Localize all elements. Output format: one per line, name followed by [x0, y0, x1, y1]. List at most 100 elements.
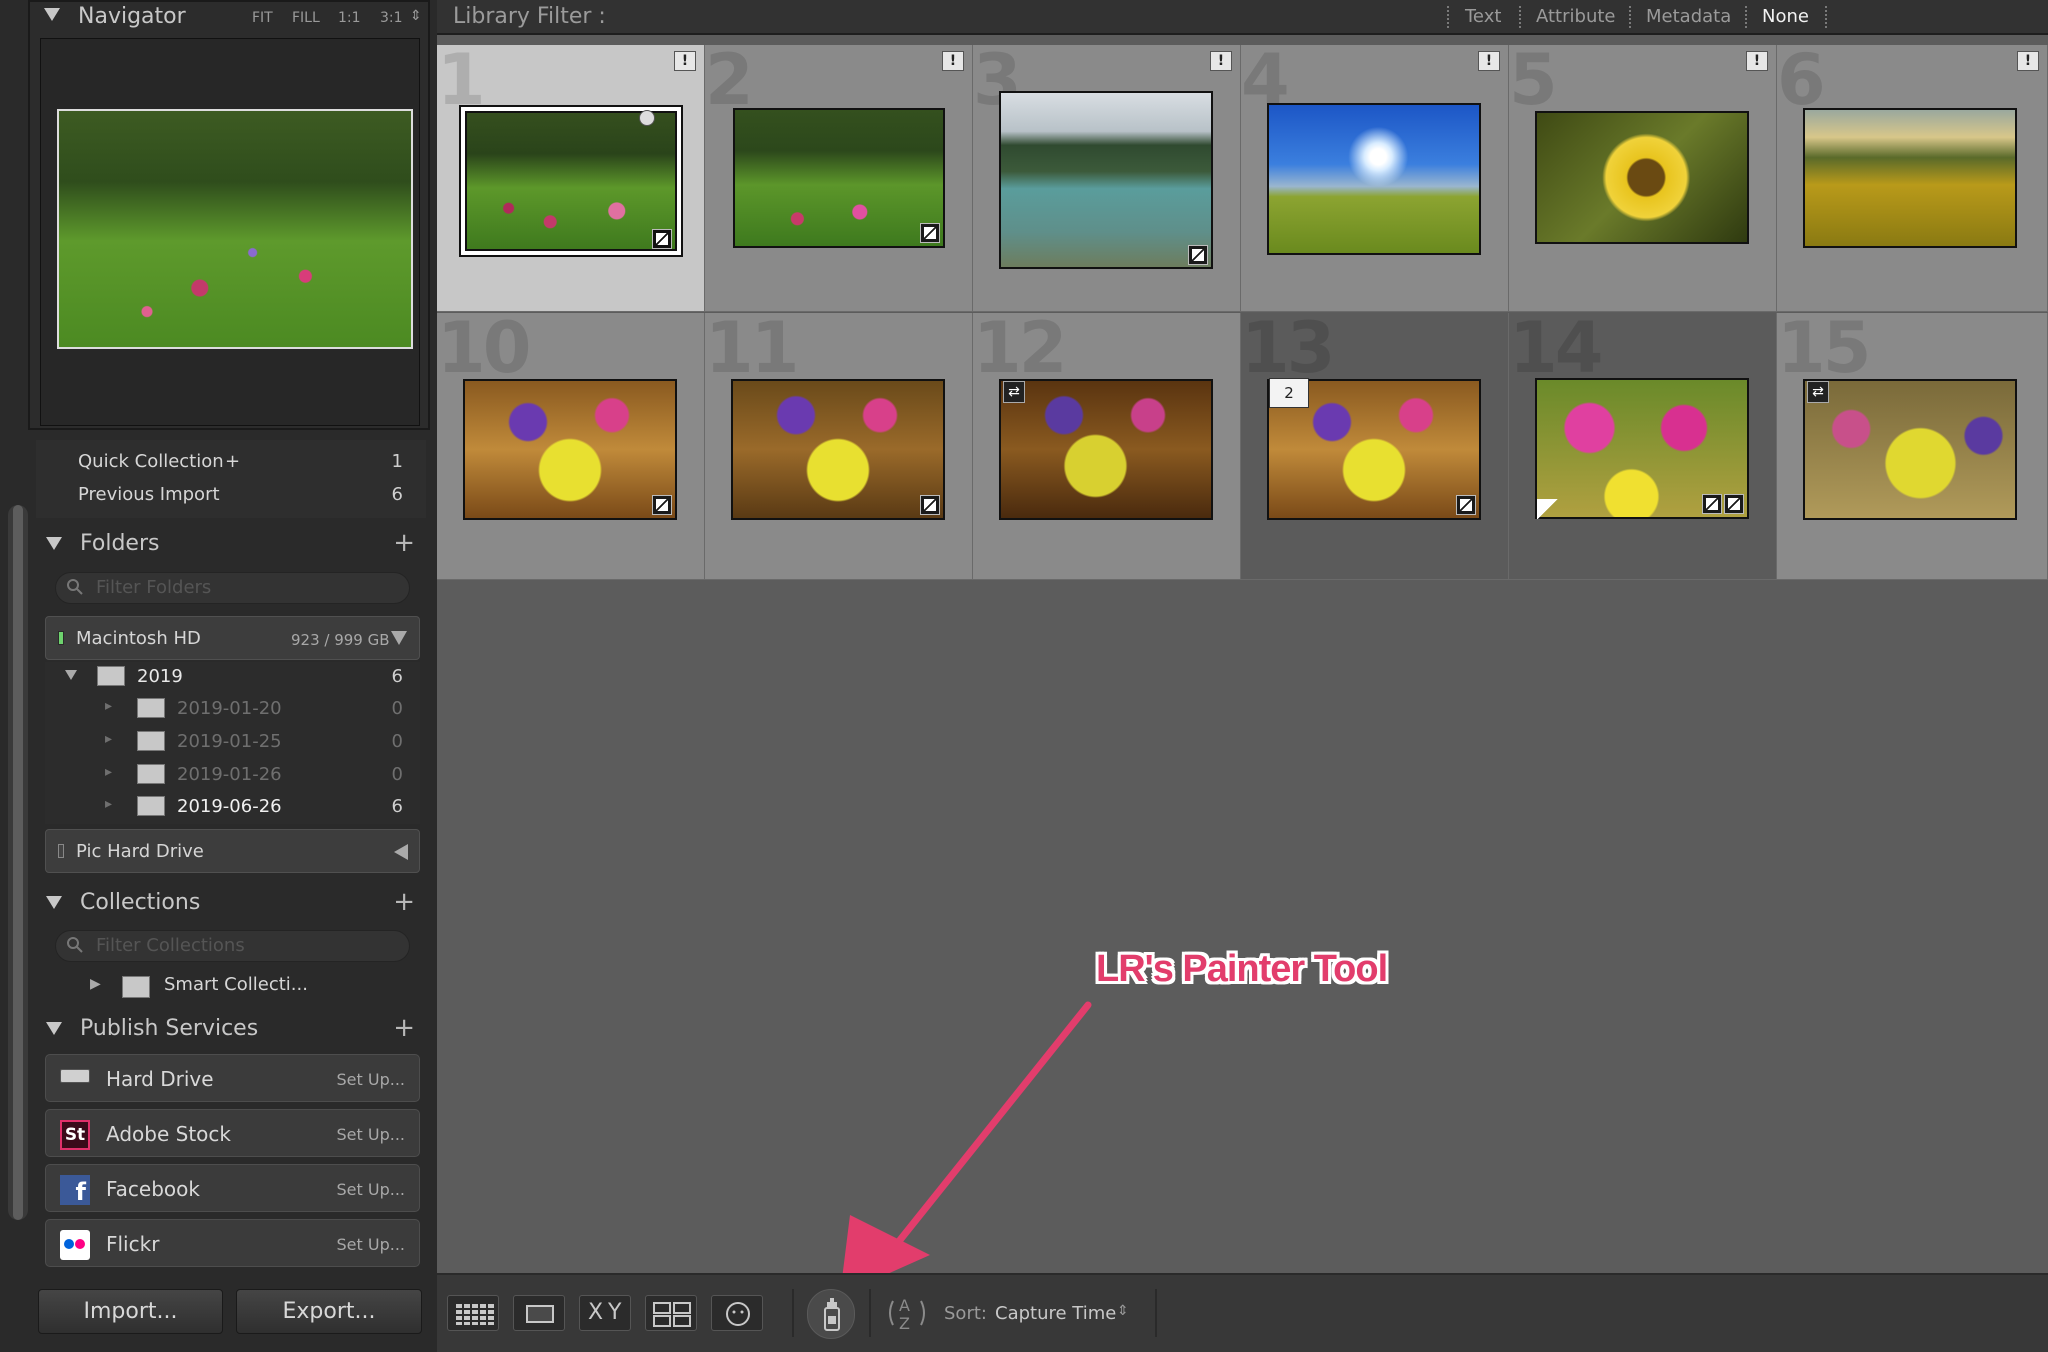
filter-metadata[interactable]: Metadata	[1646, 6, 1731, 27]
photo-thumbnail[interactable]	[465, 111, 677, 251]
zoom-fill[interactable]: FILL	[292, 10, 320, 26]
grid-view-button[interactable]	[447, 1295, 499, 1331]
drive-macintosh-hd[interactable]: Macintosh HD 923 / 999 GB	[45, 616, 420, 660]
survey-view-button[interactable]	[645, 1295, 697, 1331]
folder-2019-toggle-icon[interactable]	[65, 670, 77, 680]
compare-view-button[interactable]: X Y	[579, 1295, 631, 1331]
add-collection-icon[interactable]: +	[393, 887, 415, 917]
photo-thumbnail[interactable]	[733, 108, 945, 248]
virtual-copy-icon[interactable]: ⇄	[1003, 381, 1025, 403]
catalog-item-quick-collection[interactable]: Quick Collection	[78, 451, 224, 472]
publish-services-header[interactable]: Publish Services +	[30, 1007, 425, 1049]
develop-adjusted-icon[interactable]	[1188, 245, 1208, 265]
left-panel-scrollbar[interactable]	[8, 505, 28, 1220]
collection-expand-icon[interactable]: ▶	[90, 976, 101, 992]
photo-thumbnail[interactable]	[1803, 379, 2017, 520]
publish-flickr[interactable]: Flickr Set Up...	[45, 1219, 420, 1267]
stack-count-badge[interactable]: 2	[1269, 378, 1309, 408]
warning-icon[interactable]: !	[942, 51, 964, 71]
folder-count: 0	[391, 764, 403, 785]
loupe-view-button[interactable]	[513, 1295, 565, 1331]
grid-cell[interactable]: 11	[705, 313, 973, 580]
folder-expand-icon[interactable]: ▸	[105, 698, 112, 714]
develop-adjusted-icon[interactable]	[1724, 494, 1744, 514]
filter-text[interactable]: Text	[1465, 6, 1501, 27]
photo-thumbnail[interactable]	[999, 379, 1213, 520]
photo-thumbnail[interactable]	[999, 91, 1213, 269]
grid-cell[interactable]: 13 2	[1241, 313, 1509, 580]
collapse-triangle-icon[interactable]	[44, 8, 60, 21]
publish-hard-drive[interactable]: Hard Drive Set Up...	[45, 1054, 420, 1102]
grid-cell[interactable]: 6 !	[1777, 45, 2048, 312]
warning-icon[interactable]: !	[1478, 51, 1500, 71]
import-button[interactable]: Import...	[38, 1289, 223, 1334]
develop-adjusted-icon[interactable]	[652, 495, 672, 515]
sort-stepper-icon[interactable]: ⇕	[1117, 1303, 1129, 1319]
navigator-preview-image[interactable]	[57, 109, 413, 349]
grid-cell[interactable]: 14	[1509, 313, 1777, 580]
grid-cell[interactable]: 15 ⇄	[1777, 313, 2048, 580]
folder-expand-icon[interactable]: ▸	[105, 796, 112, 812]
develop-adjusted-icon[interactable]	[1456, 495, 1476, 515]
folder-count: 6	[391, 796, 403, 817]
develop-adjusted-icon[interactable]	[920, 223, 940, 243]
catalog-item-previous-import[interactable]: Previous Import	[78, 484, 220, 505]
photo-thumbnail[interactable]	[1535, 111, 1749, 244]
add-publish-service-icon[interactable]: +	[393, 1013, 415, 1043]
drive-expand-icon[interactable]	[391, 631, 407, 645]
sort-direction-icon[interactable]: A Z	[883, 1293, 939, 1333]
filter-folders-input[interactable]: Filter Folders	[55, 572, 410, 604]
photo-thumbnail[interactable]	[1267, 103, 1481, 255]
grid-cell[interactable]: 3 !	[973, 45, 1241, 312]
photo-thumbnail[interactable]	[463, 379, 677, 520]
warning-icon[interactable]: !	[674, 51, 696, 71]
folder-2019[interactable]: 2019	[137, 666, 183, 687]
add-folder-icon[interactable]: +	[393, 528, 415, 558]
crop-icon[interactable]	[1702, 494, 1722, 514]
warning-icon[interactable]: !	[1746, 51, 1768, 71]
compare-y: Y	[608, 1300, 622, 1325]
grid-cell[interactable]: 12 ⇄	[973, 313, 1241, 580]
warning-icon[interactable]: !	[2017, 51, 2039, 71]
setup-link[interactable]: Set Up...	[337, 1125, 405, 1144]
grid-cell[interactable]: 4 !	[1241, 45, 1509, 312]
publish-facebook[interactable]: f Facebook Set Up...	[45, 1164, 420, 1212]
photo-thumbnail[interactable]	[731, 379, 945, 520]
filter-attribute[interactable]: Attribute	[1536, 6, 1615, 27]
folder-expand-icon[interactable]: ▸	[105, 731, 112, 747]
drive-pic-hard-drive[interactable]: Pic Hard Drive	[45, 829, 420, 873]
flag-dot-icon[interactable]	[639, 110, 655, 126]
collections-header[interactable]: Collections +	[30, 881, 425, 923]
virtual-copy-icon[interactable]: ⇄	[1807, 381, 1829, 403]
grid-cell[interactable]: 5 !	[1509, 45, 1777, 312]
publish-adobe-stock[interactable]: St Adobe Stock Set Up...	[45, 1109, 420, 1157]
collection-badge-icon[interactable]	[652, 229, 672, 249]
setup-link[interactable]: Set Up...	[337, 1180, 405, 1199]
folder-2019-01-26[interactable]: 2019-01-26	[177, 764, 282, 785]
filter-collections-input[interactable]: Filter Collections	[55, 930, 410, 962]
zoom-stepper-icon[interactable]: ⇕	[410, 8, 422, 24]
zoom-1-1[interactable]: 1:1	[338, 10, 361, 26]
folder-2019-01-25[interactable]: 2019-01-25	[177, 731, 282, 752]
photo-thumbnail[interactable]	[1803, 108, 2017, 248]
setup-link[interactable]: Set Up...	[337, 1070, 405, 1089]
filter-none[interactable]: None	[1762, 6, 1809, 27]
develop-adjusted-icon[interactable]	[920, 495, 940, 515]
smart-collections-item[interactable]: Smart Collecti...	[164, 974, 308, 995]
warning-icon[interactable]: !	[1210, 51, 1232, 71]
folder-2019-01-20[interactable]: 2019-01-20	[177, 698, 282, 719]
zoom-fit[interactable]: FIT	[252, 10, 273, 26]
zoom-3-1[interactable]: 3:1	[380, 10, 403, 26]
grid-cell[interactable]: 2 !	[705, 45, 973, 312]
grid-cell[interactable]: 1 !	[437, 45, 705, 312]
folders-header[interactable]: Folders +	[30, 522, 425, 564]
sort-dropdown[interactable]: Capture Time	[995, 1303, 1116, 1324]
folder-2019-06-26[interactable]: 2019-06-26	[177, 796, 282, 817]
export-button[interactable]: Export...	[236, 1289, 422, 1334]
drive2-expand-icon[interactable]	[394, 844, 408, 860]
setup-link[interactable]: Set Up...	[337, 1235, 405, 1254]
grid-cell[interactable]: 10	[437, 313, 705, 580]
folder-expand-icon[interactable]: ▸	[105, 764, 112, 780]
people-view-button[interactable]	[711, 1295, 763, 1331]
painter-tool-button[interactable]	[807, 1289, 855, 1339]
